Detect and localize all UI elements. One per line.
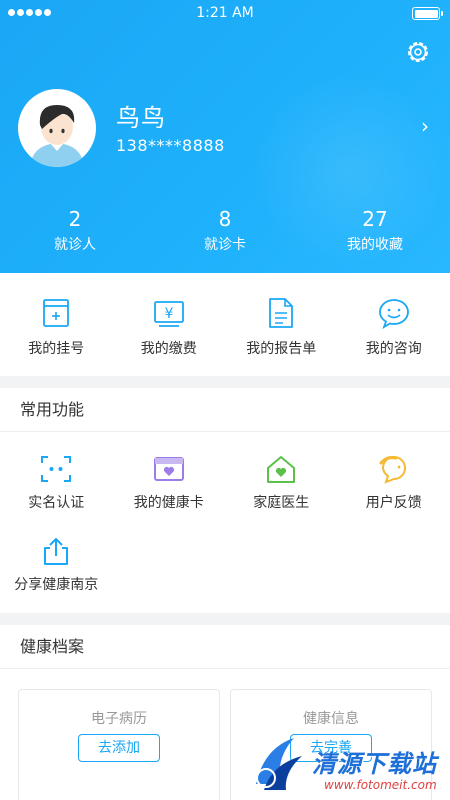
quick-item-label: 我的缴费 [140,341,197,357]
function-label: 我的健康卡 [133,495,204,511]
function-label: 分享健康南京 [14,577,99,593]
registration-icon [43,299,70,327]
battery-icon [412,7,443,20]
face-scan-icon [41,456,72,482]
function-share[interactable]: 分享健康南京 [0,514,113,596]
profile-name: 鸟鸟 [116,104,166,132]
chevron-right-icon[interactable]: › [421,114,429,138]
home-heart-icon [267,456,296,483]
function-label: 用户反馈 [365,495,422,511]
stat-label: 我的收藏 [347,237,403,253]
stat-value: 2 [68,207,82,231]
stat-label: 就诊人 [54,237,96,253]
settings-gear-icon[interactable] [404,38,432,66]
watermark-logo: 清源下载站 www.fotomeit.com [250,732,446,798]
watermark-url: www.fotomeit.com [324,778,437,792]
stat-favorites[interactable]: 27 我的收藏 [300,206,450,256]
section-title: 健康档案 [0,625,450,669]
function-grid: 实名认证 我的健康卡 家庭医生 用户反馈 分享健康南京 [0,432,450,596]
function-health-card[interactable]: 我的健康卡 [113,432,226,514]
profile-header: 1:21 AM 鸟鸟 138****8888 › 2 就诊人 8 就诊卡 27 [0,0,450,273]
section-title: 常用功能 [0,388,450,432]
report-icon [269,298,294,328]
quick-item-label: 我的报告单 [246,341,317,357]
record-card-title: 健康信息 [303,711,359,727]
function-real-name-auth[interactable]: 实名认证 [0,432,113,514]
quick-item-registration[interactable]: 我的挂号 [0,273,113,376]
function-label: 实名认证 [28,495,85,511]
share-icon [44,538,69,565]
profile-phone: 138****8888 [116,136,225,155]
stats-row: 2 就诊人 8 就诊卡 27 我的收藏 [0,206,450,256]
stat-value: 8 [218,207,232,231]
svg-text:¥: ¥ [164,306,173,322]
consult-chat-icon [378,299,409,329]
common-functions-section: 常用功能 实名认证 我的健康卡 家庭医生 用户反馈 分享健康南京 [0,388,450,613]
stat-value: 27 [362,207,388,231]
stat-label: 就诊卡 [204,237,246,253]
quick-item-label: 我的咨询 [365,341,422,357]
watermark-text: 清源下载站 [312,750,437,778]
quick-item-payment[interactable]: ¥ 我的缴费 [113,273,226,376]
quick-actions: 我的挂号 ¥ 我的缴费 我的报告单 我的咨询 [0,273,450,376]
stat-cards[interactable]: 8 就诊卡 [150,206,300,256]
avatar[interactable] [18,89,96,167]
function-family-doctor[interactable]: 家庭医生 [225,432,338,514]
function-feedback[interactable]: 用户反馈 [338,432,450,514]
status-time: 1:21 AM [196,5,254,21]
stat-patients[interactable]: 2 就诊人 [0,206,150,256]
quick-item-label: 我的挂号 [28,341,85,357]
status-bar: 1:21 AM [0,0,450,28]
record-card-emr: 电子病历 去添加 [18,689,220,800]
quick-item-consult[interactable]: 我的咨询 [338,273,450,376]
payment-icon: ¥ [153,301,184,327]
function-label: 家庭医生 [253,495,310,511]
record-card-title: 电子病历 [91,711,147,727]
feedback-icon [379,456,406,484]
quick-item-report[interactable]: 我的报告单 [225,273,338,376]
watermark-emblem-icon [256,738,302,790]
health-card-icon [153,457,184,481]
add-emr-button[interactable]: 去添加 [78,734,160,762]
